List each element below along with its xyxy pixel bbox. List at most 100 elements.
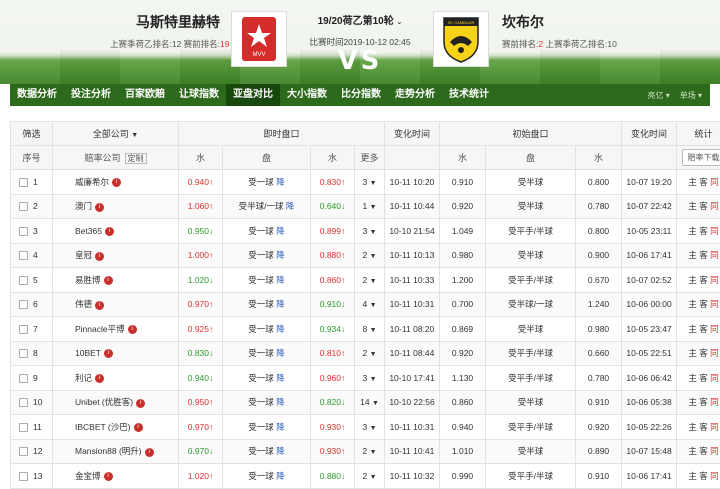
company-name[interactable]: Mansion88 (明升): [75, 446, 142, 456]
row-checkbox[interactable]: [19, 178, 28, 187]
stats-same-link[interactable]: 同: [710, 275, 719, 285]
row-checkbox[interactable]: [19, 202, 28, 211]
col-filter[interactable]: 筛选: [11, 122, 53, 146]
more-cell[interactable]: 4 ▼: [355, 292, 385, 317]
stats-home-link[interactable]: 主: [688, 446, 697, 456]
stats-away-link[interactable]: 客: [699, 373, 708, 383]
stats-same-link[interactable]: 同: [710, 250, 719, 260]
more-cell[interactable]: 8 ▼: [355, 317, 385, 342]
company-name[interactable]: Unibet (优胜客): [75, 397, 133, 407]
row-checkbox[interactable]: [19, 300, 28, 309]
company-name[interactable]: 利记: [75, 373, 92, 383]
more-cell[interactable]: 3 ▼: [355, 170, 385, 195]
stats-same-link[interactable]: 同: [710, 324, 719, 334]
company-name[interactable]: 易胜博: [75, 275, 101, 285]
stats-same-link[interactable]: 同: [710, 348, 719, 358]
home-team-logo[interactable]: MVV: [231, 11, 287, 67]
nav-option-2[interactable]: 单场 ▾: [680, 91, 702, 100]
tab-over-under[interactable]: 大小指数: [280, 84, 334, 106]
row-checkbox[interactable]: [19, 349, 28, 358]
stats-same-link[interactable]: 同: [710, 471, 719, 481]
stats-away-link[interactable]: 客: [699, 250, 708, 260]
custom-button[interactable]: 定制: [125, 153, 147, 164]
stats-home-link[interactable]: 主: [688, 422, 697, 432]
stats-away-link[interactable]: 客: [699, 422, 708, 432]
stats-home-link[interactable]: 主: [688, 299, 697, 309]
stats-same-link[interactable]: 同: [710, 446, 719, 456]
stats-away-link[interactable]: 客: [699, 226, 708, 236]
tab-handicap-index[interactable]: 让球指数: [172, 84, 226, 106]
col-all-companies[interactable]: 全部公司 ▼: [53, 122, 179, 146]
row-checkbox[interactable]: [19, 472, 28, 481]
home-team-name[interactable]: 马斯特里赫特: [110, 12, 220, 32]
row-checkbox[interactable]: [19, 227, 28, 236]
company-info-icon[interactable]: i: [134, 423, 143, 432]
tab-score-index[interactable]: 比分指数: [334, 84, 388, 106]
company-name[interactable]: 10BET: [75, 348, 101, 358]
stats-away-link[interactable]: 客: [699, 201, 708, 211]
nav-option-1[interactable]: 亮亿 ▾: [648, 91, 670, 100]
stats-same-link[interactable]: 同: [710, 226, 719, 236]
stats-away-link[interactable]: 客: [699, 397, 708, 407]
tab-trend[interactable]: 走势分析: [388, 84, 442, 106]
stats-home-link[interactable]: 主: [688, 177, 697, 187]
stats-same-link[interactable]: 同: [710, 397, 719, 407]
row-checkbox[interactable]: [19, 423, 28, 432]
company-info-icon[interactable]: i: [112, 178, 121, 187]
stats-away-link[interactable]: 客: [699, 299, 708, 309]
tab-euro-odds[interactable]: 百家欧赔: [118, 84, 172, 106]
more-cell[interactable]: 2 ▼: [355, 439, 385, 464]
more-cell[interactable]: 3 ▼: [355, 219, 385, 244]
more-cell[interactable]: 2 ▼: [355, 268, 385, 293]
company-name[interactable]: Bet365: [75, 226, 102, 236]
more-cell[interactable]: 2 ▼: [355, 243, 385, 268]
away-team-name[interactable]: 坎布尔: [502, 12, 642, 32]
company-name[interactable]: 伟德: [75, 299, 92, 309]
row-checkbox[interactable]: [19, 276, 28, 285]
company-info-icon[interactable]: i: [104, 276, 113, 285]
stats-same-link[interactable]: 同: [710, 177, 719, 187]
stats-away-link[interactable]: 客: [699, 471, 708, 481]
company-info-icon[interactable]: i: [95, 374, 104, 383]
more-cell[interactable]: 2 ▼: [355, 341, 385, 366]
stats-home-link[interactable]: 主: [688, 397, 697, 407]
stats-away-link[interactable]: 客: [699, 324, 708, 334]
tab-tech-stats[interactable]: 技术统计: [442, 84, 496, 106]
match-title[interactable]: 19/20荷乙第10轮 ⌄: [290, 12, 430, 27]
stats-away-link[interactable]: 客: [699, 446, 708, 456]
more-cell[interactable]: 14 ▼: [355, 390, 385, 415]
stats-away-link[interactable]: 客: [699, 177, 708, 187]
company-info-icon[interactable]: i: [95, 203, 104, 212]
company-info-icon[interactable]: i: [95, 301, 104, 310]
stats-home-link[interactable]: 主: [688, 373, 697, 383]
stats-home-link[interactable]: 主: [688, 324, 697, 334]
company-name[interactable]: Pinnacle平博: [75, 324, 125, 334]
company-name[interactable]: 澳门: [75, 201, 92, 211]
row-checkbox[interactable]: [19, 251, 28, 260]
stats-same-link[interactable]: 同: [710, 373, 719, 383]
company-name[interactable]: 威廉希尔: [75, 177, 109, 187]
more-cell[interactable]: 3 ▼: [355, 415, 385, 440]
tab-bet-analysis[interactable]: 投注分析: [64, 84, 118, 106]
company-name[interactable]: 皇冠: [75, 250, 92, 260]
more-cell[interactable]: 2 ▼: [355, 464, 385, 489]
company-name[interactable]: IBCBET (沙巴): [75, 422, 131, 432]
more-cell[interactable]: 1 ▼: [355, 194, 385, 219]
row-checkbox[interactable]: [19, 325, 28, 334]
stats-same-link[interactable]: 同: [710, 422, 719, 432]
tab-asian-compare[interactable]: 亚盘对比: [226, 84, 280, 106]
row-checkbox[interactable]: [19, 398, 28, 407]
company-info-icon[interactable]: i: [104, 472, 113, 481]
row-checkbox[interactable]: [19, 447, 28, 456]
stats-same-link[interactable]: 同: [710, 201, 719, 211]
company-info-icon[interactable]: i: [95, 252, 104, 261]
stats-home-link[interactable]: 主: [688, 348, 697, 358]
stats-home-link[interactable]: 主: [688, 250, 697, 260]
stats-same-link[interactable]: 同: [710, 299, 719, 309]
stats-away-link[interactable]: 客: [699, 348, 708, 358]
odds-download-button[interactable]: 赔率下载: [682, 149, 720, 166]
stats-home-link[interactable]: 主: [688, 201, 697, 211]
company-name[interactable]: 金宝博: [75, 471, 101, 481]
row-checkbox[interactable]: [19, 374, 28, 383]
more-cell[interactable]: 3 ▼: [355, 366, 385, 391]
